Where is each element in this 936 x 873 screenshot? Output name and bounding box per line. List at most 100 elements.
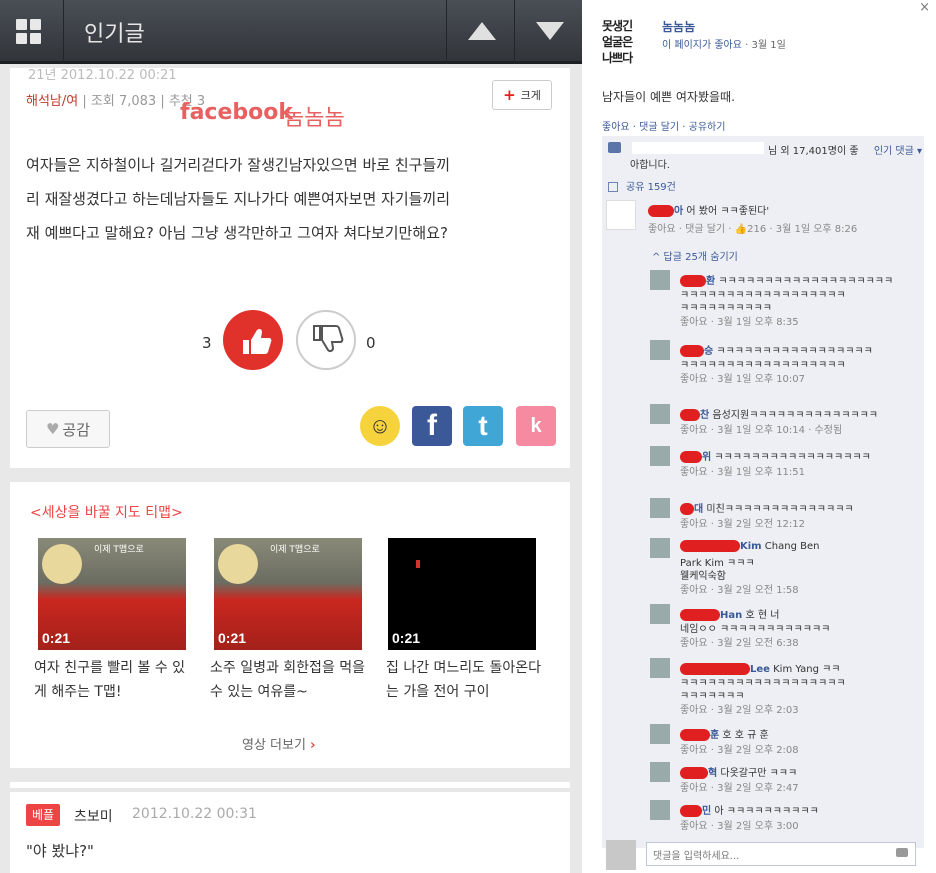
video-brand: 이제 T맵으로: [94, 545, 144, 555]
arrow-down-icon: [536, 22, 564, 40]
video-caption[interactable]: 여자 친구를 빨리 볼 수 있게 해주는 T맵!: [34, 656, 194, 704]
plus-icon: +: [503, 86, 516, 104]
facebook-share-icon[interactable]: f: [412, 406, 452, 446]
redaction: [680, 805, 702, 817]
comment-author[interactable]: 대: [694, 504, 703, 515]
post-body-line: 리 재잘생겼다고 하는데남자들도 지나가다 예쁜여자보면 자기들끼리: [26, 190, 451, 208]
more-videos-label: 영상 더보기: [242, 738, 306, 753]
video-thumbnail[interactable]: 이제 T맵으로 0:21: [214, 538, 362, 650]
comment-line: 대 미친ㅋㅋㅋㅋㅋㅋㅋㅋㅋㅋㅋㅋㅋㅋ: [680, 500, 854, 515]
post-body-line: 재 예쁘다고 말해요? 아님 그냥 생각만하고 그여자 쳐다보기만해요?: [26, 224, 448, 242]
comment-line: 민 아 ㅋㅋㅋㅋㅋㅋㅋㅋㅋㅋ: [680, 802, 819, 817]
best-badge: 베플: [26, 804, 61, 826]
reply-comment: 민 아 ㅋㅋㅋㅋㅋㅋㅋㅋㅋㅋ 좋아요 · 3월 2일 오후 3:00: [650, 800, 920, 840]
divider: [10, 468, 570, 482]
comment-text: 음성지원ㅋㅋㅋㅋㅋㅋㅋㅋㅋㅋㅋㅋㅋㅋ: [712, 410, 878, 421]
camera-icon[interactable]: [896, 848, 908, 857]
comment-text: ㅋㅋㅋㅋㅋㅋㅋㅋㅋㅋㅋㅋㅋㅋㅋㅋㅋ: [714, 452, 871, 463]
page-avatar[interactable]: 못생긴 얼굴은 나쁘다: [602, 18, 652, 66]
page-like-link[interactable]: 이 페이지가 좋아요: [662, 40, 742, 51]
avatar[interactable]: [650, 498, 670, 518]
avatar[interactable]: [650, 446, 670, 466]
likes-text[interactable]: 님 외 17,401명이 좋: [768, 142, 859, 157]
likes-text-cont: 아합니다.: [630, 160, 670, 171]
twitter-share-icon[interactable]: t: [463, 406, 503, 446]
comment-text: 어 봤어 ㅋㅋ좋된다': [686, 206, 770, 217]
post-actions[interactable]: 좋아요 · 댓글 달기 · 공유하기: [602, 118, 725, 133]
page-name[interactable]: 놈놈놈: [662, 18, 695, 35]
comment-author[interactable]: 위: [702, 452, 711, 463]
shares-label: 공유 159건: [626, 182, 676, 193]
post-body: 여자들은 지하철이나 길거리걷다가 잘생긴남자있으면 바로 친구들끼 리 재잘생…: [26, 148, 546, 250]
more-videos-link[interactable]: 영상 더보기 ›: [242, 734, 315, 753]
empathy-label: 공감: [62, 420, 91, 439]
arrow-up-icon: [468, 22, 496, 40]
comment-author[interactable]: 민: [702, 806, 711, 817]
comment-date: 2012.10.22 00:31: [132, 806, 257, 822]
shares-link[interactable]: 공유 159건: [608, 178, 676, 193]
thumbs-up-button[interactable]: [223, 310, 283, 370]
empathy-button[interactable]: ♥ 공감: [26, 410, 110, 448]
thumbs-down-icon: [313, 325, 344, 353]
page-title: 인기글: [84, 22, 145, 47]
comment-meta: 좋아요 · 3월 2일 오후 2:03: [680, 705, 799, 716]
video-thumbnail[interactable]: 이제 T맵으로 0:21: [38, 538, 186, 650]
redaction: [680, 451, 702, 463]
video-duration: 0:21: [392, 630, 421, 646]
post-card: 21년 2012.10.22 00:21 해석남/여 | 조회 7,083 | …: [10, 68, 570, 788]
comment-input[interactable]: 댓글을 입력하세요...: [646, 842, 916, 866]
avatar[interactable]: [650, 658, 670, 678]
comment-meta: 좋아요 · 3월 2일 오전 6:38: [680, 638, 799, 649]
author-name[interactable]: 해석남/여: [26, 94, 78, 109]
comment-line: 훈 호 호 규 훈: [680, 726, 769, 741]
up-count: 3: [202, 334, 212, 352]
enlarge-text-button[interactable]: + 크게: [492, 80, 552, 110]
avatar[interactable]: [650, 604, 670, 624]
avatar[interactable]: [650, 800, 670, 820]
kakao-share-icon[interactable]: k: [516, 406, 556, 446]
video-caption[interactable]: 소주 일병과 회한접을 먹을 수 있는 여유를~: [210, 656, 370, 704]
post-meta: 해석남/여 | 조회 7,083 | 추천 3: [26, 94, 206, 109]
redaction: [680, 540, 740, 552]
avatar[interactable]: [650, 538, 670, 558]
video-caption[interactable]: 집 나간 며느리도 돌아온다는 가을 전어 구이: [386, 656, 546, 704]
avatar[interactable]: [606, 200, 636, 230]
comment-text: 호 호 규 훈: [722, 730, 769, 741]
best-comment: 베플 츠보미 2012.10.22 00:31 "야 봤냐?": [10, 792, 570, 873]
redaction: [680, 409, 700, 421]
hide-replies-link[interactable]: ^ 답글 25개 숨기기: [652, 248, 738, 263]
reply-comment: Kim Chang Ben Park Kim ㅋㅋㅋ 웰케익숙함 좋아요 · 3월 2…: [650, 538, 920, 596]
video-brand: 이제 T맵으로: [270, 545, 320, 555]
video-thumbnail[interactable]: 0:21: [388, 538, 536, 650]
comment-author[interactable]: 츠보미: [74, 806, 113, 826]
comment-line: 찬 음성지원ㅋㅋㅋㅋㅋㅋㅋㅋㅋㅋㅋㅋㅋㅋ: [680, 406, 878, 421]
comment-meta: 좋아요 · 3월 2일 오후 3:00: [680, 821, 799, 832]
avatar[interactable]: [650, 340, 670, 360]
chevron-right-icon: ›: [310, 738, 316, 753]
prev-post-button[interactable]: [446, 0, 514, 64]
comment-line: Lee Kim Yang ㅋㅋ: [680, 660, 841, 675]
reply-comment: 환 ㅋㅋㅋㅋㅋㅋㅋㅋㅋㅋㅋㅋㅋㅋㅋㅋㅋㅋㅋ ㅋㅋㅋㅋㅋㅋㅋㅋㅋㅋㅋㅋㅋㅋㅋㅋㅋㅋㅋ…: [650, 270, 920, 328]
avatar[interactable]: [650, 762, 670, 782]
sort-dropdown[interactable]: 인기 댓글 ▾: [874, 142, 922, 157]
thumbs-down-button[interactable]: [296, 310, 356, 370]
avatar[interactable]: [650, 404, 670, 424]
view-count: 조회 7,083: [90, 94, 157, 109]
comment-author[interactable]: 찬: [700, 410, 709, 421]
comment-author[interactable]: 아: [674, 206, 683, 217]
comment-meta: 좋아요 · 3월 1일 오후 10:14 · 수정됨: [680, 425, 843, 436]
close-icon[interactable]: ×: [919, 0, 930, 15]
thumbs-up-icon: [243, 328, 272, 354]
watermark-page: 놈놈놈: [284, 106, 345, 131]
comment-author[interactable]: 혁: [708, 768, 717, 779]
comment-author[interactable]: Kim: [740, 541, 762, 552]
comment-meta: 좋아요 · 3월 1일 오후 8:35: [680, 317, 799, 328]
menu-grid-icon[interactable]: [0, 0, 64, 64]
next-post-button[interactable]: [514, 0, 582, 64]
comment-text: ㅋㅋㅋㅋㅋㅋㅋㅋㅋㅋ: [680, 303, 772, 314]
video-duration: 0:21: [218, 630, 247, 646]
comment-author[interactable]: 훈: [710, 730, 719, 741]
avatar[interactable]: [650, 724, 670, 744]
avatar[interactable]: [650, 270, 670, 290]
emoticon-icon[interactable]: ☺: [360, 406, 400, 446]
